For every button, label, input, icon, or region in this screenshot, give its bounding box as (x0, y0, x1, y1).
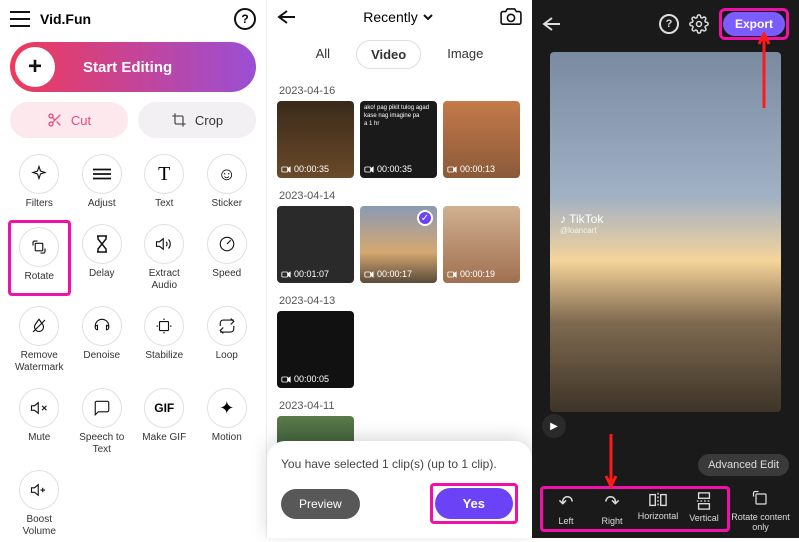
help-icon[interactable]: ? (234, 8, 256, 30)
tab-video[interactable]: Video (356, 40, 421, 69)
volume-plus-icon (29, 481, 49, 499)
crop-icon (171, 112, 187, 128)
video-preview[interactable]: ♪ TikTok @loancart (550, 52, 781, 412)
loop-icon (218, 317, 236, 335)
selection-sheet: You have selected 1 clip(s) (up to 1 cli… (267, 441, 532, 538)
tool-text[interactable]: TText (133, 150, 196, 214)
tool-motion[interactable]: ✦Motion (196, 384, 259, 460)
tool-grid: Filters Adjust TText ☺Sticker Rotate Del… (0, 150, 266, 542)
media-tabs: All Video Image (267, 34, 532, 79)
annotation-arrow-down (604, 434, 618, 490)
cut-crop-row: Cut Crop (0, 102, 266, 150)
preview-button[interactable]: Preview (281, 489, 360, 519)
date-header: 2023-04-13 (267, 289, 532, 311)
droplet-crossed-icon (30, 317, 48, 335)
annotation-arrow-up (757, 32, 771, 108)
tool-adjust[interactable]: Adjust (71, 150, 134, 214)
rotate-toolbar: ↶Left ↷Right Horizontal Vertical Rotate … (540, 486, 791, 532)
menu-icon[interactable] (10, 11, 30, 27)
rotate-content-only-button[interactable]: Rotate content only (730, 489, 791, 532)
tool-denoise[interactable]: Denoise (71, 302, 134, 378)
crop-button[interactable]: Crop (138, 102, 256, 138)
rotate-left-button[interactable]: ↶Left (545, 492, 587, 526)
sparkle-icon (30, 165, 48, 183)
picker-header: Recently (267, 0, 532, 34)
cut-button[interactable]: Cut (10, 102, 128, 138)
flip-horizontal-button[interactable]: Horizontal (637, 492, 679, 526)
tool-boost-volume[interactable]: Boost Volume (8, 466, 71, 542)
tool-speech-to-text[interactable]: Speech to Text (71, 384, 134, 460)
stabilize-icon (155, 317, 173, 335)
advanced-edit-button[interactable]: Advanced Edit (698, 454, 789, 476)
rotate-content-icon (751, 489, 771, 509)
tool-speed[interactable]: Speed (196, 220, 259, 296)
video-thumb[interactable]: ako! pag pikit tulog agadkase nag imagin… (360, 101, 437, 178)
hourglass-icon (95, 235, 109, 253)
video-thumb[interactable]: 00:00:05 (277, 311, 354, 388)
yes-button[interactable]: Yes (435, 488, 513, 519)
export-button[interactable]: Export (723, 12, 785, 36)
speech-icon (93, 399, 111, 417)
tool-rotate[interactable]: Rotate (8, 220, 71, 296)
camera-icon[interactable] (500, 8, 522, 26)
rotate-right-button[interactable]: ↷Right (591, 492, 633, 526)
tool-sticker[interactable]: ☺Sticker (196, 150, 259, 214)
panel-picker: Recently All Video Image 2023-04-16 00:0… (266, 0, 532, 538)
selected-check-icon: ✓ (417, 210, 433, 226)
help-icon[interactable]: ? (659, 14, 679, 34)
start-editing-button[interactable]: + Start Editing (10, 42, 256, 92)
date-header: 2023-04-16 (267, 79, 532, 101)
play-button[interactable]: ▶ (542, 414, 566, 438)
panel-editor: ? Export ♪ TikTok @loancart ▶ Advanced E… (532, 0, 799, 538)
tool-mute[interactable]: Mute (8, 384, 71, 460)
gear-icon[interactable] (689, 14, 709, 34)
sliders-icon (93, 167, 111, 181)
tool-stabilize[interactable]: Stabilize (133, 302, 196, 378)
mute-icon (30, 399, 48, 417)
back-icon[interactable] (542, 16, 562, 32)
plus-icon: + (15, 47, 55, 87)
tiktok-watermark: ♪ TikTok @loancart (560, 212, 603, 235)
home-header: Vid.Fun ? (0, 0, 266, 38)
tool-make-gif[interactable]: GIFMake GIF (133, 384, 196, 460)
scissors-icon (47, 112, 63, 128)
tab-image[interactable]: Image (433, 40, 497, 69)
tool-filters[interactable]: Filters (8, 150, 71, 214)
panel-home: Vid.Fun ? + Start Editing Cut Crop Filte… (0, 0, 266, 538)
date-header: 2023-04-11 (267, 394, 532, 416)
sort-dropdown[interactable]: Recently (305, 9, 492, 25)
tool-remove-watermark[interactable]: Remove Watermark (8, 302, 71, 378)
headphones-icon (93, 317, 111, 335)
tool-delay[interactable]: Delay (71, 220, 134, 296)
tool-extract-audio[interactable]: Extract Audio (133, 220, 196, 296)
video-thumb[interactable]: 00:00:35 (277, 101, 354, 178)
selection-text: You have selected 1 clip(s) (up to 1 cli… (281, 457, 518, 471)
back-icon[interactable] (277, 9, 297, 25)
chevron-down-icon (422, 13, 434, 21)
flip-vertical-button[interactable]: Vertical (683, 492, 725, 526)
rotate-icon (30, 238, 48, 256)
video-thumb[interactable]: ✓00:00:17 (360, 206, 437, 283)
start-editing-label: Start Editing (83, 59, 172, 76)
video-thumb[interactable]: 00:00:13 (443, 101, 520, 178)
video-thumb[interactable]: 00:00:19 (443, 206, 520, 283)
gauge-icon (218, 235, 236, 253)
video-thumb[interactable]: 00:01:07 (277, 206, 354, 283)
date-header: 2023-04-14 (267, 184, 532, 206)
tab-all[interactable]: All (302, 40, 344, 69)
audio-icon (155, 235, 173, 253)
tool-loop[interactable]: Loop (196, 302, 259, 378)
app-title: Vid.Fun (40, 11, 224, 27)
